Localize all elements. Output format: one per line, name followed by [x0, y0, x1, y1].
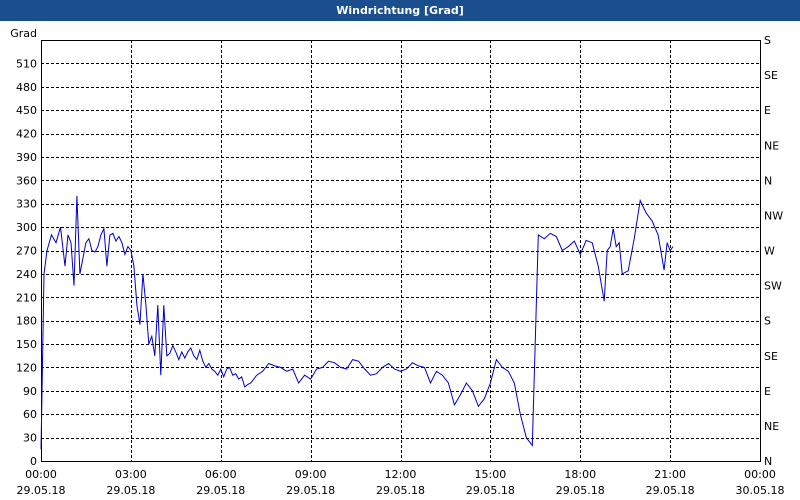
plot-area — [41, 40, 760, 461]
compass-tick-label: E — [764, 104, 771, 117]
y-tick-label: 240 — [16, 268, 37, 281]
x-tick-time: 03:00 — [115, 468, 147, 481]
x-tick-date: 29.05.18 — [646, 484, 695, 497]
y-tick-label: 60 — [23, 408, 37, 421]
y-tick-label: 120 — [16, 361, 37, 374]
compass-tick-label: N — [764, 455, 772, 468]
y-tick-label: 330 — [16, 198, 37, 211]
y-tick-label: 420 — [16, 128, 37, 141]
compass-axis-ticks: N NE E SE S SW W NW N NE E SE S — [764, 34, 783, 468]
x-tick-time: 00:00 — [25, 468, 57, 481]
compass-tick-label: SE — [764, 350, 778, 363]
y-tick-label: 0 — [30, 455, 37, 468]
x-tick-date: 29.05.18 — [106, 484, 155, 497]
y-tick-label: 360 — [16, 174, 37, 187]
x-tick-date: 29.05.18 — [286, 484, 335, 497]
y-tick-label: 300 — [16, 221, 37, 234]
y-tick-label: 270 — [16, 245, 37, 258]
chart-title: Windrichtung [Grad] — [336, 4, 464, 17]
x-axis-ticks: 00:00 29.05.18 03:00 29.05.18 06:00 29.05.18 0… — [17, 468, 785, 497]
y-axis-label: Grad — [10, 27, 37, 40]
y-tick-label: 390 — [16, 151, 37, 164]
chart-canvas: 0 30 60 90 120 150 180 210 240 270 300 330 360 390 420… — [10, 27, 785, 497]
x-tick-date: 29.05.18 — [196, 484, 245, 497]
x-tick-date: 29.05.18 — [17, 484, 66, 497]
compass-tick-label: S — [764, 315, 771, 328]
compass-tick-label: N — [764, 174, 772, 187]
compass-tick-label: NW — [764, 209, 783, 222]
compass-tick-label: NE — [764, 420, 779, 433]
x-tick-date: 30.05.18 — [736, 484, 785, 497]
x-tick-time: 21:00 — [654, 468, 686, 481]
compass-tick-label: NE — [764, 139, 779, 152]
y-axis-ticks: 0 30 60 90 120 150 180 210 240 270 300 330 360 390 420… — [16, 57, 37, 468]
x-tick-date: 29.05.18 — [556, 484, 605, 497]
y-tick-label: 150 — [16, 338, 37, 351]
x-tick-time: 12:00 — [385, 468, 417, 481]
x-tick-time: 06:00 — [205, 468, 237, 481]
compass-tick-label: W — [764, 245, 775, 258]
x-tick-date: 29.05.18 — [466, 484, 515, 497]
y-tick-label: 30 — [23, 432, 37, 445]
x-tick-date: 29.05.18 — [376, 484, 425, 497]
y-tick-label: 510 — [16, 57, 37, 70]
compass-tick-label: SW — [764, 280, 782, 293]
x-tick-time: 09:00 — [295, 468, 327, 481]
y-tick-label: 450 — [16, 104, 37, 117]
y-tick-label: 210 — [16, 291, 37, 304]
x-tick-time: 18:00 — [564, 468, 596, 481]
compass-tick-label: E — [764, 385, 771, 398]
window-title-bar: Windrichtung [Grad] — [0, 0, 800, 21]
y-tick-label: 180 — [16, 315, 37, 328]
y-tick-label: 480 — [16, 81, 37, 94]
x-tick-time: 00:00 — [744, 468, 776, 481]
y-tick-label: 90 — [23, 385, 37, 398]
x-tick-time: 15:00 — [475, 468, 507, 481]
compass-tick-label: SE — [764, 69, 778, 82]
compass-tick-label: S — [764, 34, 771, 47]
